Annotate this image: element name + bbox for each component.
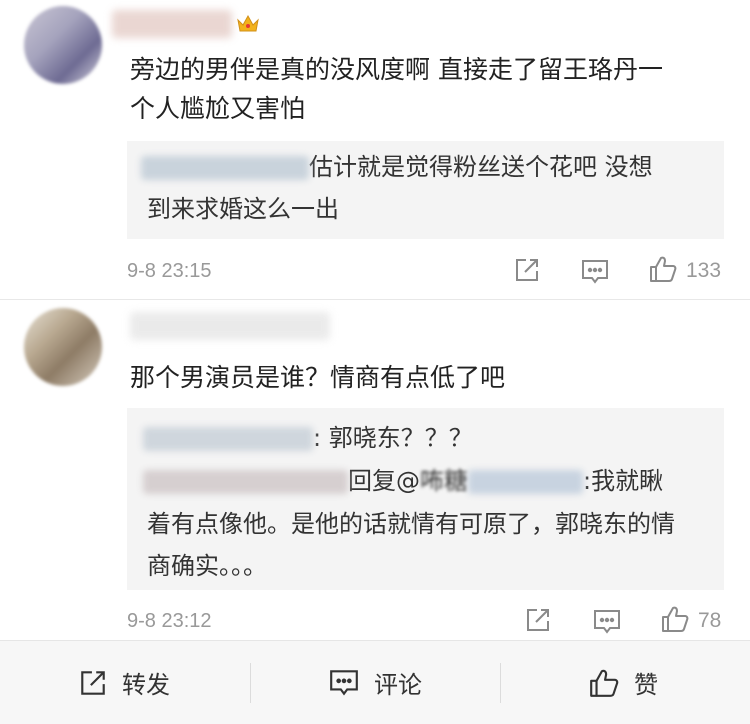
avatar[interactable] bbox=[24, 6, 102, 84]
divider bbox=[250, 663, 251, 703]
crown-icon bbox=[236, 12, 260, 39]
reply-line: 着有点像他。是他的话就情有可原了，郭晓东的情 bbox=[147, 510, 675, 538]
like-count: 133 bbox=[686, 259, 722, 282]
reply-line: 到来求婚这么一出 bbox=[147, 195, 339, 223]
reply-line: 商确实。。。 bbox=[147, 552, 267, 580]
reply-username-blurred[interactable] bbox=[143, 470, 348, 494]
comment-icon bbox=[330, 669, 358, 695]
thumbs-up-icon[interactable] bbox=[648, 254, 678, 288]
comment-timestamp: 9-8 23:12 bbox=[127, 610, 212, 632]
reply-line: : 郭晓东？？？ bbox=[143, 420, 473, 457]
reply-box[interactable]: 估计就是觉得粉丝送个花吧 没想 到来求婚这么一出 bbox=[127, 141, 724, 239]
divider bbox=[500, 663, 501, 703]
thumbs-up-icon bbox=[590, 669, 619, 697]
reply-username-blurred[interactable] bbox=[141, 156, 309, 180]
comment-button[interactable]: 评论 bbox=[328, 641, 422, 724]
comment-item-1: 旁边的男伴是真的没风度啊 直接走了留王珞丹一 个人尴尬又害怕 估计就是觉得粉丝送… bbox=[0, 0, 750, 300]
like-count: 78 bbox=[698, 609, 722, 632]
avatar[interactable] bbox=[24, 308, 102, 386]
username-blurred[interactable] bbox=[112, 10, 232, 38]
comment-text: 那个男演员是谁？情商有点低了吧 bbox=[130, 363, 506, 392]
username-blurred[interactable] bbox=[130, 312, 330, 340]
comment-icon[interactable] bbox=[592, 608, 622, 640]
repost-button[interactable]: 转发 bbox=[78, 641, 170, 724]
like-button[interactable]: 赞 bbox=[588, 641, 658, 724]
share-icon bbox=[81, 670, 105, 695]
like-label: 赞 bbox=[634, 671, 658, 699]
comment-item-2: 那个男演员是谁？情商有点低了吧 : 郭晓东？？？ 回复@咘糖:我就瞅 着有点像他… bbox=[0, 300, 750, 640]
comment-label: 评论 bbox=[374, 671, 422, 699]
share-icon[interactable] bbox=[513, 256, 541, 288]
thumbs-up-icon[interactable] bbox=[660, 604, 690, 638]
bottom-action-bar: 转发 评论 赞 bbox=[0, 640, 750, 724]
reply-username-blurred[interactable] bbox=[143, 427, 313, 451]
comment-text: 旁边的男伴是真的没风度啊 直接走了留王珞丹一 个人尴尬又害怕 bbox=[130, 55, 663, 123]
repost-label: 转发 bbox=[122, 671, 170, 699]
reply-line: 回复@咘糖:我就瞅 bbox=[143, 463, 663, 500]
mention-blurred[interactable] bbox=[468, 470, 583, 494]
reply-box[interactable]: : 郭晓东？？？ 回复@咘糖:我就瞅 着有点像他。是他的话就情有可原了，郭晓东的… bbox=[127, 408, 724, 590]
comment-timestamp: 9-8 23:15 bbox=[127, 260, 212, 282]
share-icon[interactable] bbox=[524, 606, 552, 638]
comment-icon[interactable] bbox=[580, 258, 610, 290]
reply-line: 估计就是觉得粉丝送个花吧 没想 bbox=[141, 149, 653, 186]
